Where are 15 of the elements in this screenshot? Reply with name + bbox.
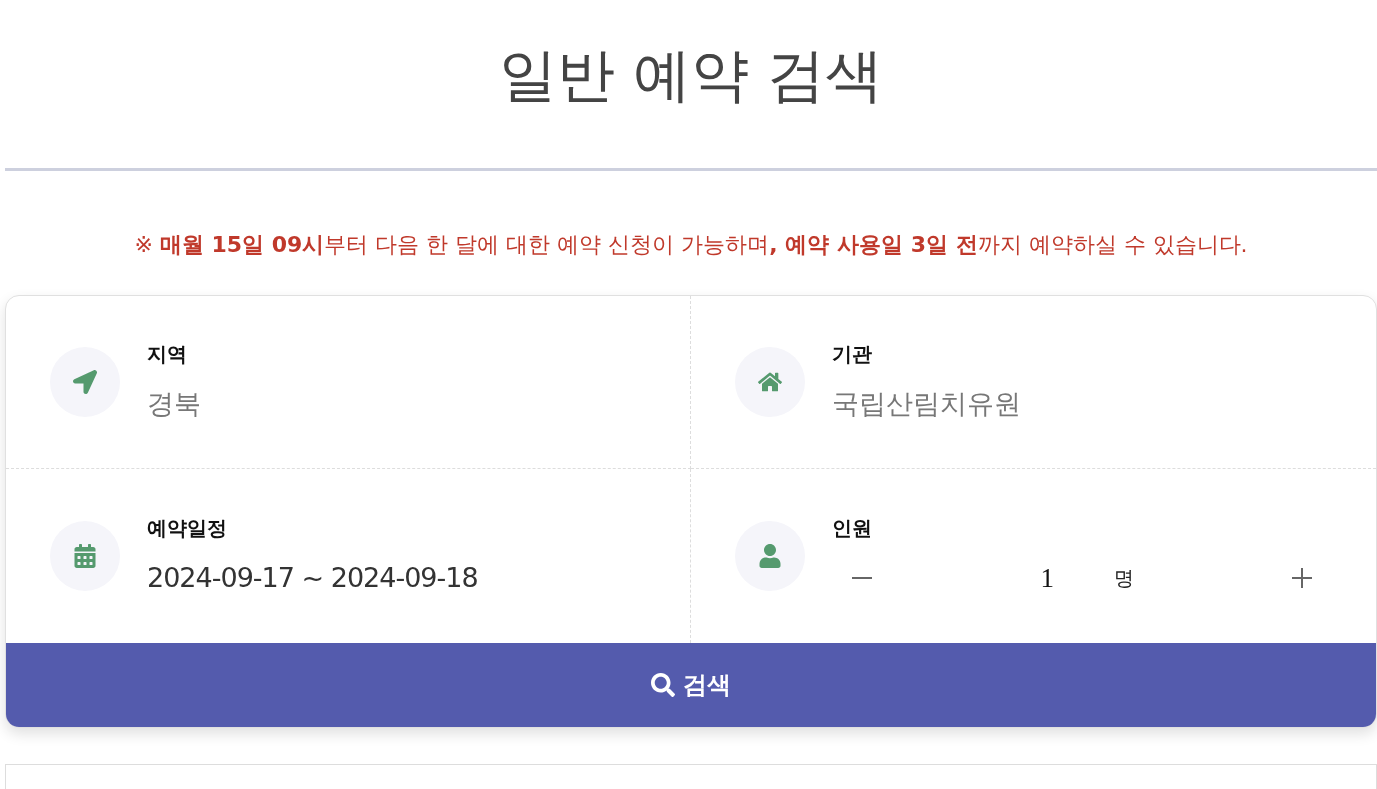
notice-text: ※ 매월 15일 09시부터 다음 한 달에 대한 예약 신청이 가능하며, 예약 사용일 3일 전까지 예약하실 수 있습니다. <box>133 231 1249 259</box>
field-label: 지역 <box>147 341 188 368</box>
search-icon <box>651 673 675 697</box>
unit-label: 명 <box>1114 564 1134 592</box>
search-button[interactable]: 검색 <box>6 643 1376 727</box>
field-value[interactable]: 국립산림치유원 <box>832 384 1332 424</box>
field-label: 인원 <box>832 515 873 542</box>
field-label: 예약일정 <box>147 515 228 542</box>
page-title: 일반 예약 검색 <box>497 40 885 110</box>
field-value[interactable]: 경북 <box>147 384 646 424</box>
minus-icon <box>852 577 872 579</box>
count-input[interactable]: 1 <box>892 558 1062 598</box>
field-value[interactable]: 2024-09-17 ~ 2024-09-18 <box>147 558 646 598</box>
field-label: 기관 <box>832 341 873 368</box>
plus-icon <box>1292 568 1312 588</box>
